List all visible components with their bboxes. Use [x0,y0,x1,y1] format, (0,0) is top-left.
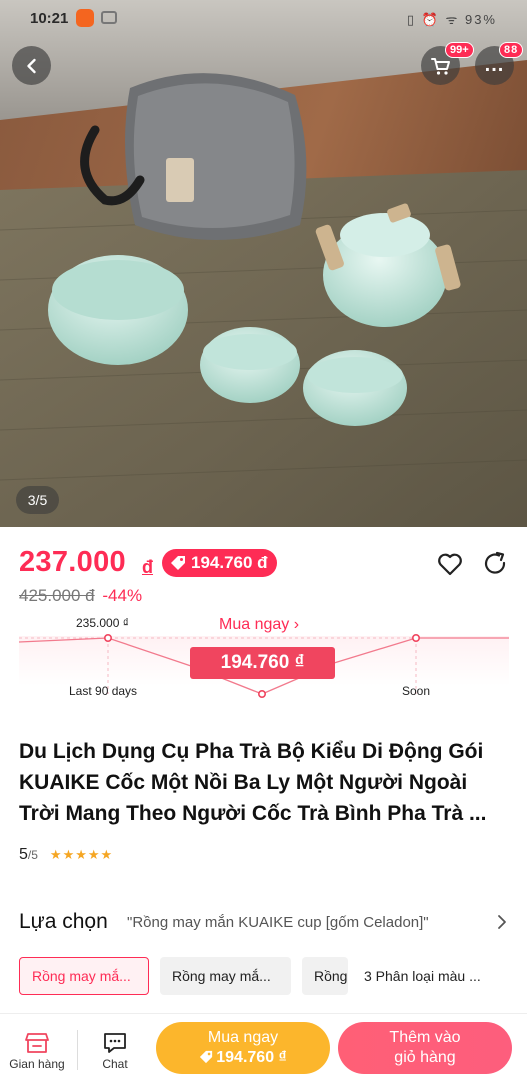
options-heading: Lựa chọn [19,910,108,933]
more-icon: ... [484,54,505,76]
original-price-row: 425.000 đ -44% [19,586,142,606]
heart-icon[interactable] [436,550,464,578]
voucher-price-badge[interactable]: 194.760 đ [162,549,277,577]
trend-target-price: 194.760 ₫ [190,647,335,679]
currency-symbol: đ [142,557,153,577]
rating-row[interactable]: 5 /5 ★★★★★ [19,846,113,866]
buy-now-button[interactable]: Mua ngay 194.760 ₫ [156,1022,330,1074]
chevron-left-icon [26,58,36,73]
cart-button[interactable]: 99+ [421,42,474,85]
add-to-cart-line1: Thêm vào [389,1029,461,1046]
star-rating: ★★★★★ [49,847,114,862]
status-bar: 10:21 ▯ ⏰ ᯤ 93% [0,0,527,36]
selected-option-summary: "Rồng may mắn KUAIKE cup [gốm Celadon]" [127,914,429,931]
image-counter: 3/5 [16,486,59,514]
product-title: Du Lịch Dụng Cụ Pha Trà Bộ Kiểu Di Động … [19,740,487,825]
chevron-right-icon [498,915,506,929]
chat-notification-icon [101,11,117,24]
original-price: 425.000 đ [19,586,95,605]
store-icon [25,1033,49,1053]
variant-chip[interactable]: Rồng [302,957,348,995]
options-selector[interactable]: Lựa chọn "Rồng may mắn KUAIKE cup [gốm C… [19,908,514,938]
status-time: 10:21 [30,10,69,27]
trend-future-label: Soon [402,684,431,698]
buy-now-label: Mua ngay [207,1029,279,1046]
current-price: 237.000 [19,546,126,578]
discount-percent: -44% [102,586,143,605]
chat-button[interactable]: Chat [84,1030,146,1076]
variant-chip[interactable]: Rồng may mắ... [160,957,291,995]
trend-high-price: 235.000 ₫ [76,616,129,630]
chat-icon [104,1033,126,1053]
variant-list: Rồng may mắ... Rồng may mắ... Rồng 3 Phâ… [19,957,527,995]
buy-now-price-value: 194.760 ₫ [216,1049,287,1066]
bottom-divider [77,1030,78,1070]
shop-label: Gian hàng [9,1057,65,1071]
message-count-badge: 88 [499,42,524,58]
price-trend-widget[interactable]: 235.000 ₫ Mua ngay › 194.760 ₫ Last 90 d… [18,608,509,704]
more-options-button[interactable]: ... 88 [475,42,524,85]
voucher-price: 194.760 đ [191,553,268,572]
variant-chip-selected[interactable]: Rồng may mắ... [19,957,149,995]
add-to-cart-button[interactable]: Thêm vào giỏ hàng [338,1022,512,1074]
price-row: 237.000 đ 194.760 đ [19,546,509,582]
cart-count-badge: 99+ [445,42,474,58]
share-icon[interactable] [482,550,510,578]
product-image-gallery[interactable]: 10:21 ▯ ⏰ ᯤ 93% 99+ ... 88 3/5 [0,0,527,527]
tag-icon [200,1050,213,1064]
back-button[interactable] [12,46,51,85]
bottom-action-bar: Gian hàng Chat Mua ngay 194.760 ₫ Thêm v… [0,1013,527,1080]
add-to-cart-line2: giỏ hàng [394,1049,456,1066]
trend-buy-now-link[interactable]: Mua ngay › [219,616,299,634]
variant-count-link[interactable]: 3 Phân loại màu ... [364,968,481,984]
app-notification-icon [76,9,94,27]
cart-icon [430,57,450,75]
rating-value: 5 [19,846,28,863]
status-indicators: ▯ ⏰ ᯤ 93% [406,12,497,27]
buy-now-price: 194.760 ₫ [156,1049,330,1067]
rating-max: /5 [27,848,38,862]
chat-label: Chat [102,1057,128,1071]
trend-past-label: Last 90 days [69,684,138,698]
tag-icon [171,556,185,570]
shop-button[interactable]: Gian hàng [4,1030,70,1076]
